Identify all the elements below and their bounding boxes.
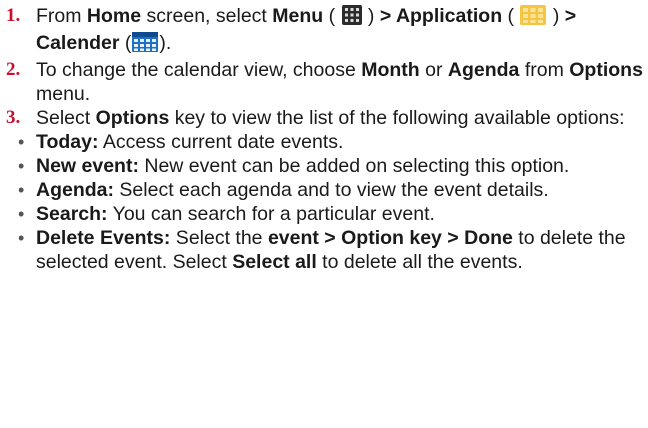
calendar-icon bbox=[132, 32, 159, 58]
step-3: 3. Select Options key to view the list o… bbox=[6, 107, 625, 129]
agenda-term: Agenda bbox=[447, 59, 520, 81]
bullet-icon: • bbox=[18, 204, 25, 224]
list-item-agenda: • Agenda: Select each agenda and to view … bbox=[18, 179, 549, 201]
list-item-search: • Search: You can search for a particular… bbox=[18, 203, 435, 225]
step-2: 2. To change the calendar view, choose M… bbox=[6, 59, 643, 105]
home-term: Home bbox=[86, 5, 142, 27]
options-term: Options bbox=[95, 107, 170, 129]
application-term: > Application bbox=[379, 5, 503, 27]
step-number: 3. bbox=[6, 107, 21, 128]
menu-grid-icon bbox=[341, 5, 362, 31]
bullet-icon: • bbox=[18, 156, 25, 176]
instructions-document: 1. From Home screen, select Menu ( ) > A… bbox=[4, 4, 644, 274]
menu-term: Menu bbox=[272, 5, 324, 27]
list-item-delete-events: • Delete Events: Select the event > Optio… bbox=[18, 227, 626, 273]
bullet-icon: • bbox=[18, 228, 25, 248]
bullet-icon: • bbox=[18, 180, 25, 200]
options-term: Options bbox=[569, 59, 643, 81]
step-number: 1. bbox=[6, 5, 21, 26]
month-term: Month bbox=[361, 59, 420, 81]
list-item-today: • Today: Access current date events. bbox=[18, 131, 344, 153]
options-list: • Today: Access current date events. • New… bbox=[4, 130, 644, 274]
bullet-icon: • bbox=[18, 132, 25, 152]
step-number: 2. bbox=[6, 59, 21, 80]
step-1: 1. From Home screen, select Menu ( ) > A… bbox=[4, 4, 644, 58]
application-folder-icon bbox=[520, 5, 547, 31]
list-item-new-event: • New event: New event can be added on se… bbox=[18, 155, 570, 177]
